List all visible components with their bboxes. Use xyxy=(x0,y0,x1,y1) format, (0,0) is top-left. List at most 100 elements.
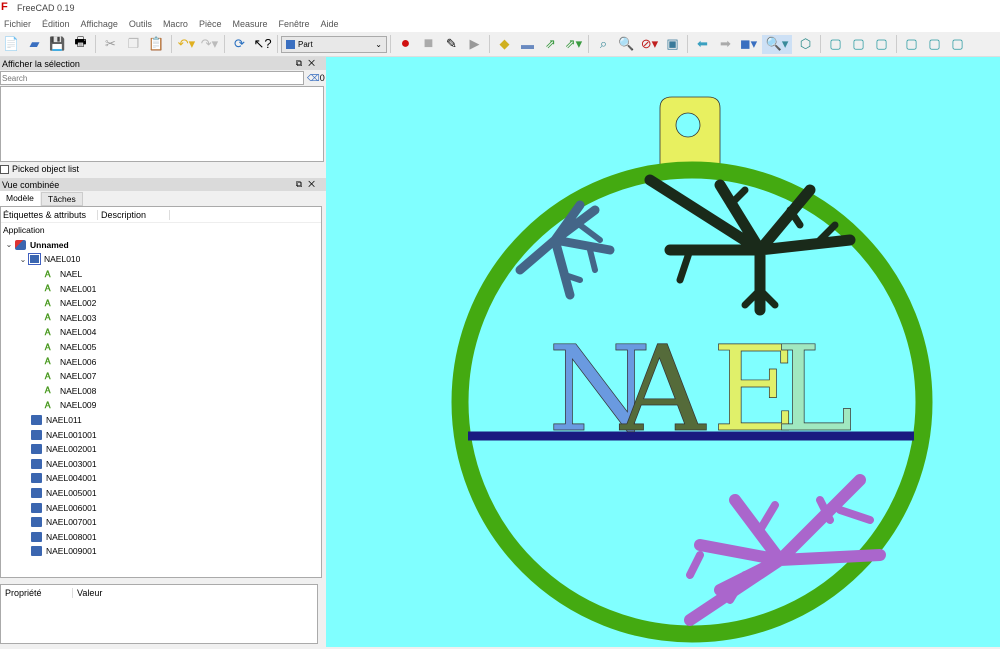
redo-icon[interactable]: ↷▾ xyxy=(200,35,219,54)
combo-panel-header: Vue combinée ⧉✕ xyxy=(0,178,326,191)
tree-item-solid[interactable]: NAEL005001 xyxy=(1,486,321,501)
new-file-icon[interactable]: 📄 xyxy=(2,35,21,54)
value-column-header[interactable]: Valeur xyxy=(73,588,102,598)
group-icon[interactable]: ▬ xyxy=(518,35,537,54)
draw-style-icon[interactable]: ⊘▾ xyxy=(640,35,659,54)
refresh-icon[interactable]: ⟳ xyxy=(230,35,249,54)
cut-icon[interactable]: ✂ xyxy=(101,35,120,54)
undo-icon[interactable]: ↶▾ xyxy=(177,35,196,54)
snowflake-blue xyxy=(515,200,615,300)
shapestring-icon: Ꭺ xyxy=(45,283,52,294)
view-front-icon[interactable]: ▢ xyxy=(826,35,845,54)
tree-item-shapestring[interactable]: Ꭺ NAEL004 xyxy=(1,325,321,340)
tree-item-document[interactable]: ⌄ Unnamed xyxy=(1,238,321,253)
selection-list[interactable] xyxy=(0,86,324,162)
tree-item-shapestring[interactable]: Ꭺ NAEL005 xyxy=(1,340,321,355)
tree-item-shapestring[interactable]: Ꭺ NAEL003 xyxy=(1,311,321,326)
tree-item-solid[interactable]: NAEL001001 xyxy=(1,427,321,442)
view-top-icon[interactable]: ▢ xyxy=(849,35,868,54)
property-column-header[interactable]: Propriété xyxy=(1,587,73,598)
tree-item-shapestring[interactable]: Ꭺ NAEL002 xyxy=(1,296,321,311)
solid-cube-icon xyxy=(31,429,42,440)
copy-icon[interactable]: ❐ xyxy=(124,35,143,54)
part-icon[interactable]: ◆ xyxy=(495,35,514,54)
tree-item-shapestring[interactable]: Ꭺ NAEL009 xyxy=(1,398,321,413)
menu-1[interactable]: Édition xyxy=(42,19,70,29)
property-panel[interactable]: Propriété Valeur xyxy=(0,584,318,644)
picked-object-label: Picked object list xyxy=(12,164,80,174)
clear-search-icon[interactable]: ⌫ xyxy=(307,73,320,84)
shapestring-icon: Ꭺ xyxy=(45,341,52,352)
tree-item-solid[interactable]: NAEL008001 xyxy=(1,529,321,544)
view-right-icon[interactable]: ▢ xyxy=(872,35,891,54)
part-cube-icon xyxy=(286,39,295,49)
link-icon[interactable]: ⇗ xyxy=(541,35,560,54)
solid-cube-icon xyxy=(31,473,42,484)
tree-item-solid[interactable]: NAEL009001 xyxy=(1,544,321,559)
tree-item-solid[interactable]: NAEL007001 xyxy=(1,515,321,530)
paste-icon[interactable]: 📋 xyxy=(147,35,166,54)
column-header-description[interactable]: Description xyxy=(98,209,170,220)
std-views-icon[interactable]: ◼▾ xyxy=(739,35,758,54)
menu-bar: Fichier Édition Affichage Outils Macro Pièce M… xyxy=(0,16,1000,32)
hook xyxy=(659,96,721,169)
record-macro-icon[interactable]: ● xyxy=(396,35,415,54)
toolbar: 📄 ▰ 💾 🖶 ✂ ❐ 📋 ↶▾ ↷▾ ⟳ ↖? Part ⌄ ● ■ ✎ ▶ ◆… xyxy=(0,32,1000,57)
tree-item-shapestring[interactable]: Ꭺ NAEL007 xyxy=(1,369,321,384)
save-icon[interactable]: 💾 xyxy=(48,35,67,54)
menu-2[interactable]: Affichage xyxy=(81,19,118,29)
tree-root: Application xyxy=(3,225,45,236)
stop-macro-icon[interactable]: ■ xyxy=(419,35,438,54)
run-macro-icon[interactable]: ▶ xyxy=(465,35,484,54)
tree-item-shapestring[interactable]: Ꭺ NAEL006 xyxy=(1,354,321,369)
forward-arrow-icon[interactable]: ➡ xyxy=(716,35,735,54)
left-panel: Afficher la sélection⧉✕ ⌫ 0 Picked objec… xyxy=(0,57,326,647)
open-folder-icon[interactable]: ▰ xyxy=(25,35,44,54)
solid-cube-icon xyxy=(31,546,42,557)
menu-8[interactable]: Aide xyxy=(321,19,339,29)
back-arrow-icon[interactable]: ⬅ xyxy=(693,35,712,54)
view-isometric-icon[interactable]: ⬡ xyxy=(796,35,815,54)
bounding-box-icon[interactable]: ▣ xyxy=(663,35,682,54)
fusion-icon xyxy=(28,253,41,266)
column-header-labels[interactable]: Étiquettes & attributs xyxy=(1,209,98,220)
menu-3[interactable]: Outils xyxy=(129,19,152,29)
tab-model[interactable]: Modèle xyxy=(0,191,40,206)
shapestring-icon: Ꭺ xyxy=(45,356,52,367)
picked-object-checkbox[interactable] xyxy=(0,164,9,174)
selection-search-input[interactable] xyxy=(0,71,304,85)
view-rear-icon[interactable]: ▢ xyxy=(902,35,921,54)
tree-item-solid[interactable]: NAEL011 xyxy=(1,413,321,428)
link-actions-icon[interactable]: ⇗▾ xyxy=(564,35,583,54)
tree-item-solid[interactable]: NAEL006001 xyxy=(1,500,321,515)
fit-all-icon[interactable]: ⌕ xyxy=(594,35,613,54)
tree-item-solid[interactable]: NAEL004001 xyxy=(1,471,321,486)
3d-viewport[interactable]: NAEL xyxy=(326,57,1000,647)
edit-macro-icon[interactable]: ✎ xyxy=(442,35,461,54)
menu-7[interactable]: Fenêtre xyxy=(278,19,309,29)
tree-item-shapestring[interactable]: Ꭺ NAEL xyxy=(1,267,321,282)
model-tree[interactable]: Étiquettes & attributs Description Appli… xyxy=(0,206,322,578)
workbench-selector[interactable]: Part ⌄ xyxy=(281,35,387,53)
view-bottom-icon[interactable]: ▢ xyxy=(925,35,944,54)
tree-item-shapestring[interactable]: Ꭺ NAEL008 xyxy=(1,384,321,399)
freecad-logo-icon: F xyxy=(1,1,8,13)
tree-item-group[interactable]: ⌄ NAEL010 xyxy=(1,252,321,267)
fit-selection-icon[interactable]: 🔍 xyxy=(617,35,636,54)
whats-this-icon[interactable]: ↖? xyxy=(253,35,272,54)
menu-5[interactable]: Pièce xyxy=(199,19,222,29)
view-left-icon[interactable]: ▢ xyxy=(948,35,967,54)
tree-item-solid[interactable]: NAEL002001 xyxy=(1,442,321,457)
tree-item-solid[interactable]: NAEL003001 xyxy=(1,457,321,472)
float-close-icons[interactable]: ⧉✕ xyxy=(296,179,321,190)
menu-4[interactable]: Macro xyxy=(163,19,188,29)
solid-cube-icon xyxy=(31,487,42,498)
menu-6[interactable]: Measure xyxy=(232,19,267,29)
print-icon[interactable]: 🖶 xyxy=(71,34,90,54)
solid-cube-icon xyxy=(31,502,42,513)
tree-item-shapestring[interactable]: Ꭺ NAEL001 xyxy=(1,281,321,296)
menu-0[interactable]: Fichier xyxy=(4,19,31,29)
tab-tasks[interactable]: Tâches xyxy=(40,192,83,206)
float-close-icons[interactable]: ⧉✕ xyxy=(296,58,321,69)
zoom-icon[interactable]: 🔍▾ xyxy=(762,34,792,54)
